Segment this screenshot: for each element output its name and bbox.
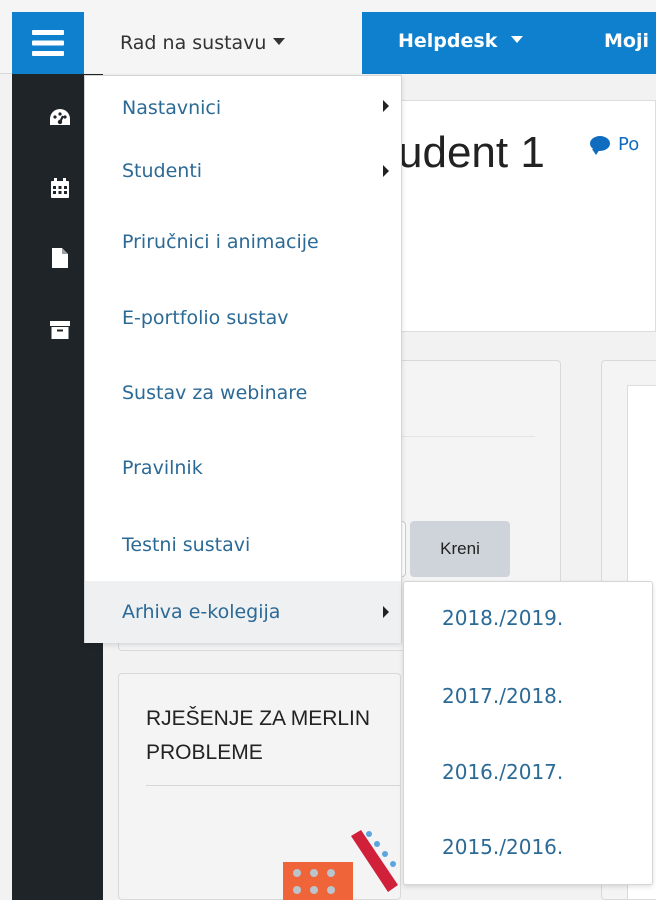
menu-item-prirucnici[interactable]: Priručnici i animacije bbox=[85, 211, 401, 273]
submenu-item-label: 2015./2016. bbox=[442, 835, 564, 859]
rad-na-sustavu-label: Rad na sustavu bbox=[120, 32, 267, 54]
go-button[interactable]: Kreni bbox=[410, 521, 510, 577]
chevron-right-icon bbox=[383, 100, 389, 112]
submenu-item-2016-2017[interactable]: 2016./2017. bbox=[404, 736, 652, 808]
card-title-line-2: PROBLEME bbox=[146, 741, 263, 764]
menu-item-arhiva[interactable]: Arhiva e-kolegija bbox=[85, 581, 401, 643]
chevron-down-icon bbox=[510, 36, 523, 43]
rad-na-sustavu-menu[interactable]: Rad na sustavu bbox=[84, 12, 362, 74]
divider bbox=[146, 785, 401, 786]
post-link[interactable]: Po bbox=[590, 134, 639, 155]
menu-item-label: Sustav za webinare bbox=[122, 382, 308, 404]
menu-item-label: E-portfolio sustav bbox=[122, 307, 289, 329]
menu-item-label: Arhiva e-kolegija bbox=[122, 601, 281, 623]
dashboard-icon[interactable] bbox=[48, 106, 72, 130]
hamburger-menu-button[interactable] bbox=[12, 12, 84, 74]
card-title: RJEŠENJE ZA MERLIN PROBLEME bbox=[146, 702, 396, 770]
card-title-line-1: RJEŠENJE ZA MERLIN bbox=[146, 707, 371, 730]
submenu-item-2017-2018[interactable]: 2017./2018. bbox=[404, 660, 652, 732]
chevron-down-icon bbox=[273, 37, 286, 45]
menu-item-label: Testni sustavi bbox=[122, 534, 251, 556]
helpdesk-menu[interactable]: Helpdesk bbox=[398, 30, 523, 52]
menu-item-webinari[interactable]: Sustav za webinare bbox=[85, 362, 401, 424]
lego-illustration-icon bbox=[283, 830, 398, 900]
divider bbox=[400, 436, 535, 437]
post-label: Po bbox=[618, 134, 640, 155]
file-icon[interactable] bbox=[48, 246, 72, 270]
submenu-item-label: 2017./2018. bbox=[442, 684, 564, 708]
arhiva-submenu: 2018./2019. 2017./2018. 2016./2017. 2015… bbox=[403, 581, 653, 885]
submenu-item-label: 2018./2019. bbox=[442, 606, 564, 630]
menu-item-e-portfolio[interactable]: E-portfolio sustav bbox=[85, 287, 401, 349]
moji-label: Moji bbox=[604, 30, 649, 52]
page-title: udent 1 bbox=[398, 128, 545, 177]
submenu-item-2015-2016[interactable]: 2015./2016. bbox=[404, 811, 652, 883]
helpdesk-label: Helpdesk bbox=[398, 30, 498, 52]
archive-icon[interactable] bbox=[48, 318, 72, 342]
submenu-item-label: 2016./2017. bbox=[442, 760, 564, 784]
calendar-icon[interactable] bbox=[48, 176, 72, 200]
menu-item-testni-sustavi[interactable]: Testni sustavi bbox=[85, 514, 401, 576]
submenu-item-2018-2019[interactable]: 2018./2019. bbox=[404, 582, 652, 654]
menu-item-nastavnici[interactable]: Nastavnici bbox=[85, 77, 401, 139]
moji-menu[interactable]: Moji bbox=[604, 30, 649, 52]
menu-item-label: Studenti bbox=[122, 160, 203, 182]
rad-na-sustavu-dropdown: Nastavnici Studenti Priručnici i animaci… bbox=[84, 75, 402, 643]
menu-icon bbox=[32, 30, 64, 56]
comment-icon bbox=[590, 136, 610, 155]
menu-item-label: Nastavnici bbox=[122, 97, 222, 119]
chevron-right-icon bbox=[383, 165, 389, 177]
menu-item-label: Pravilnik bbox=[122, 457, 203, 479]
menu-item-studenti[interactable]: Studenti bbox=[85, 140, 401, 202]
chevron-right-icon bbox=[383, 606, 389, 618]
menu-item-label: Priručnici i animacije bbox=[122, 231, 319, 253]
menu-item-pravilnik[interactable]: Pravilnik bbox=[85, 437, 401, 499]
